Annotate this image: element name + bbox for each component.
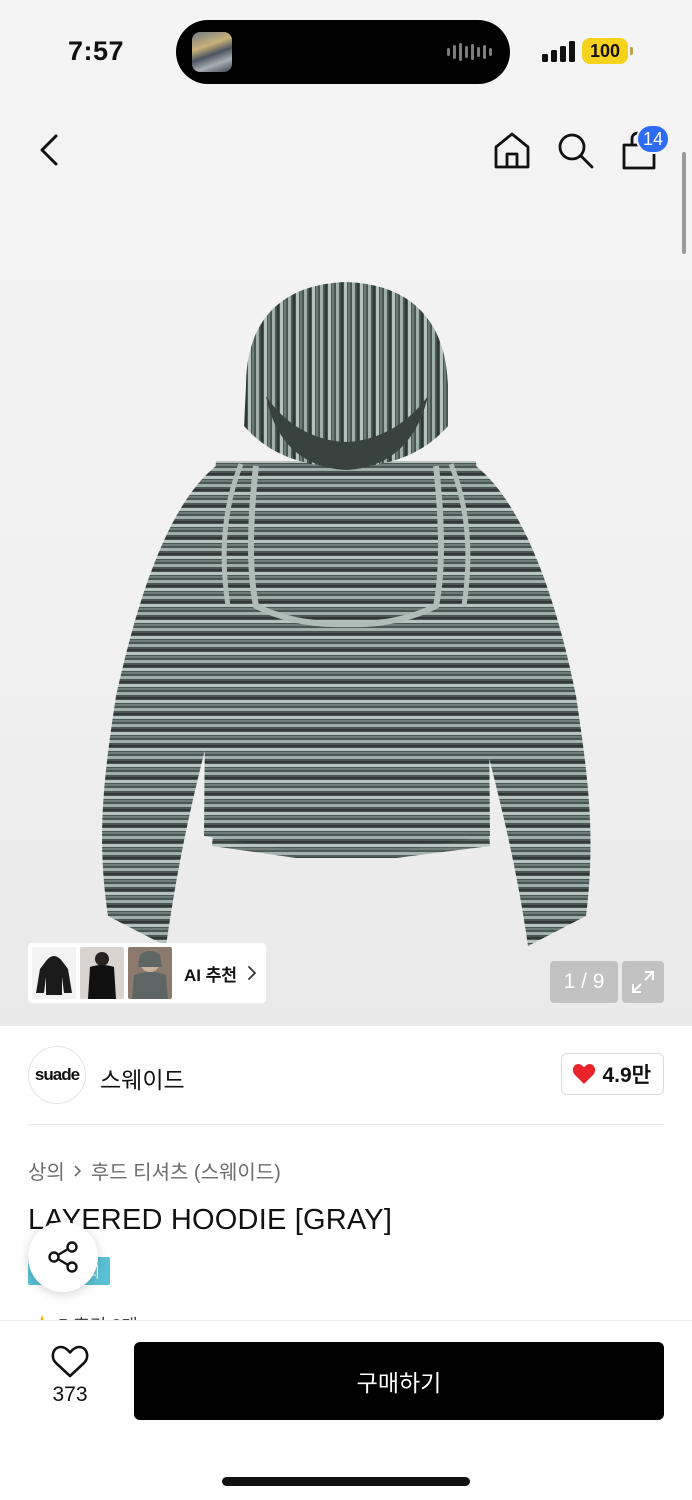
expand-icon xyxy=(632,971,654,993)
image-page-indicator: 1 / 9 xyxy=(550,961,618,1003)
search-button[interactable] xyxy=(551,126,599,174)
home-button[interactable] xyxy=(488,126,536,174)
chevron-right-icon xyxy=(74,1164,81,1177)
chevron-right-icon xyxy=(248,966,256,980)
divider xyxy=(28,1124,664,1125)
now-playing-artwork xyxy=(192,32,232,72)
ai-recommendation-strip[interactable]: AI 추천 xyxy=(28,943,266,1003)
audio-waveform-icon xyxy=(447,42,492,62)
brand-logo[interactable]: suade xyxy=(28,1046,86,1104)
heart-outline-icon xyxy=(51,1345,89,1378)
back-button[interactable] xyxy=(26,126,74,174)
status-time: 7:57 xyxy=(68,36,125,66)
brand-like-count: 4.9만 xyxy=(602,1064,651,1087)
brand-like-button[interactable]: 4.9만 xyxy=(561,1053,664,1095)
recommend-thumbnail[interactable] xyxy=(128,947,172,999)
ai-recommend-label: AI 추천 xyxy=(184,965,238,985)
home-icon xyxy=(494,132,530,169)
breadcrumb-item[interactable]: 후드 티셔츠 (스웨이드) xyxy=(91,1156,281,1185)
wishlist-count: 373 xyxy=(52,1383,88,1406)
recommend-thumbnail[interactable] xyxy=(32,947,76,999)
home-indicator[interactable] xyxy=(222,1477,470,1486)
cart-count-badge: 14 xyxy=(636,124,670,154)
search-icon xyxy=(558,133,594,169)
product-photo-hoodie xyxy=(102,282,591,946)
recommend-thumbnail[interactable] xyxy=(80,947,124,999)
battery-indicator: 100 xyxy=(582,38,633,64)
cellular-signal-icon xyxy=(542,40,575,62)
product-image-gallery[interactable]: 7:57 100 14 AI 추천 1 / 9 xyxy=(0,0,692,1026)
ai-recommend-link[interactable]: AI 추천 xyxy=(184,961,257,986)
dynamic-island[interactable] xyxy=(176,20,510,84)
fullscreen-button[interactable] xyxy=(622,961,664,1003)
brand-name[interactable]: 스웨이드 xyxy=(100,1061,185,1095)
share-icon xyxy=(48,1241,78,1273)
share-button[interactable] xyxy=(28,1222,98,1292)
wishlist-button[interactable]: 373 xyxy=(30,1345,110,1407)
breadcrumb-item[interactable]: 상의 xyxy=(28,1156,65,1185)
breadcrumb: 상의 후드 티셔츠 (스웨이드) xyxy=(28,1156,281,1185)
buy-button[interactable]: 구매하기 xyxy=(134,1342,664,1420)
back-icon xyxy=(40,134,58,166)
heart-filled-icon xyxy=(573,1064,596,1084)
bottom-action-bar: 373 구매하기 xyxy=(0,1320,692,1500)
scrollbar[interactable] xyxy=(682,152,686,254)
brand-row[interactable]: suade 스웨이드 4.9만 xyxy=(28,1046,664,1104)
